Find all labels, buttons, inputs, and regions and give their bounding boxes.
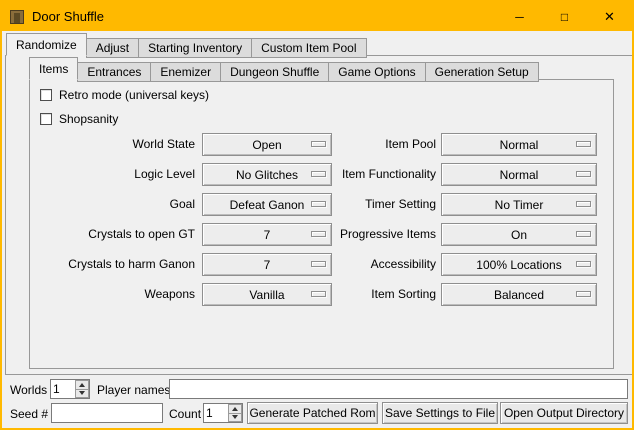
dropdown-indicator-icon [576,261,591,267]
item-pool-select[interactable]: Normal [441,133,597,156]
count-input[interactable] [204,404,228,422]
worlds-input[interactable] [51,380,75,398]
open-output-directory-button[interactable]: Open Output Directory [500,402,628,424]
worlds-label: Worlds [10,383,47,398]
primary-tabs: Randomize Adjust Starting Inventory Cust… [6,33,366,56]
generate-patched-rom-button[interactable]: Generate Patched Rom [247,402,378,424]
dropdown-indicator-icon [576,141,591,147]
minimize-button[interactable]: ─ [497,2,542,31]
tab-randomize[interactable]: Randomize [6,33,87,56]
tab-items[interactable]: Items [29,57,78,80]
window-controls: ─ □ ✕ [497,2,632,31]
checkbox-icon [40,89,52,101]
progressive-items-label: Progressive Items [238,227,436,242]
secondary-tabs: Items Entrances Enemizer Dungeon Shuffle… [29,57,538,80]
tab-adjust[interactable]: Adjust [86,38,139,58]
progressive-items-value: On [511,228,527,242]
maximize-icon: □ [561,11,568,23]
count-increment-button[interactable] [228,404,242,414]
tab-generation-setup[interactable]: Generation Setup [425,62,539,82]
titlebar[interactable]: Door Shuffle ─ □ ✕ [2,2,632,31]
tab-custom-item-pool[interactable]: Custom Item Pool [251,38,366,58]
arrow-up-icon [232,407,238,411]
seed-label: Seed # [10,407,48,422]
door-shuffle-window: Door Shuffle ─ □ ✕ Randomize Adjust Star… [0,0,634,430]
goal-label: Goal [30,197,195,212]
close-button[interactable]: ✕ [587,2,632,31]
items-panel: Retro mode (universal keys) Shopsanity W… [29,79,614,369]
count-spinner [203,403,243,423]
arrow-down-icon [232,415,238,419]
save-settings-button[interactable]: Save Settings to File [382,402,498,424]
logic-level-label: Logic Level [30,167,195,182]
worlds-decrement-button[interactable] [75,390,89,399]
accessibility-select[interactable]: 100% Locations [441,253,597,276]
worlds-spinner [50,379,90,399]
tab-dungeon-shuffle[interactable]: Dungeon Shuffle [220,62,329,82]
item-functionality-value: Normal [500,168,539,182]
timer-setting-select[interactable]: No Timer [441,193,597,216]
dropdown-indicator-icon [576,291,591,297]
item-sorting-label: Item Sorting [238,287,436,302]
shopsanity-label: Shopsanity [59,112,118,126]
item-functionality-label: Item Functionality [238,167,436,182]
worlds-increment-button[interactable] [75,380,89,390]
dropdown-indicator-icon [576,171,591,177]
player-names-label: Player names [97,383,170,398]
count-decrement-button[interactable] [228,414,242,423]
item-sorting-value: Balanced [494,288,544,302]
world-state-label: World State [30,137,195,152]
progressive-items-select[interactable]: On [441,223,597,246]
minimize-icon: ─ [515,11,524,23]
tab-game-options[interactable]: Game Options [328,62,425,82]
accessibility-label: Accessibility [238,257,436,272]
checkbox-icon [40,113,52,125]
close-icon: ✕ [604,10,615,23]
accessibility-value: 100% Locations [476,258,561,272]
retro-mode-checkbox[interactable]: Retro mode (universal keys) [40,87,209,103]
crystals-open-gt-label: Crystals to open GT [30,227,195,242]
retro-mode-label: Retro mode (universal keys) [59,88,209,102]
timer-setting-label: Timer Setting [238,197,436,212]
item-pool-value: Normal [500,138,539,152]
app-icon[interactable] [10,10,24,24]
crystals-harm-ganon-label: Crystals to harm Ganon [30,257,195,272]
seed-input[interactable] [51,403,163,423]
spinner-arrows [75,380,89,398]
arrow-down-icon [79,391,85,395]
timer-setting-value: No Timer [495,198,544,212]
player-names-input[interactable] [169,379,628,399]
tab-enemizer[interactable]: Enemizer [150,62,221,82]
dropdown-indicator-icon [576,201,591,207]
item-pool-label: Item Pool [238,137,436,152]
item-sorting-select[interactable]: Balanced [441,283,597,306]
tab-entrances[interactable]: Entrances [77,62,151,82]
maximize-button[interactable]: □ [542,2,587,31]
shopsanity-checkbox[interactable]: Shopsanity [40,111,118,127]
item-functionality-select[interactable]: Normal [441,163,597,186]
weapons-label: Weapons [30,287,195,302]
spinner-arrows [228,404,242,422]
dropdown-indicator-icon [576,231,591,237]
window-title: Door Shuffle [32,9,104,24]
arrow-up-icon [79,383,85,387]
tab-starting-inventory[interactable]: Starting Inventory [138,38,252,58]
count-label: Count [169,407,201,422]
